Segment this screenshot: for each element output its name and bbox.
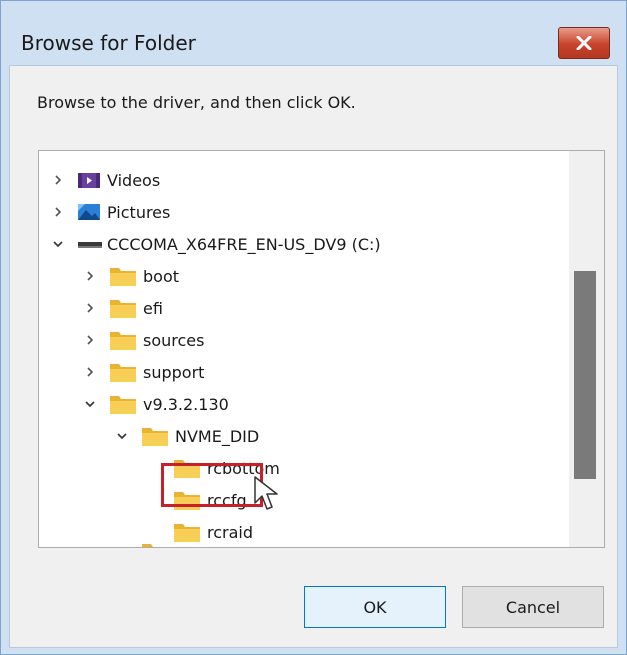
folder-icon [110, 300, 136, 318]
folder-icon [174, 524, 200, 542]
folder-tree[interactable]: Videos Pictures CCCOMA_X64FRE_EN-US_DV9 … [38, 150, 605, 548]
tree-item-label: boot [143, 266, 180, 286]
scrollbar-thumb[interactable] [574, 271, 596, 479]
chevron-down-icon[interactable] [51, 237, 65, 251]
window-title: Browse for Folder [21, 31, 196, 55]
pictures-icon [78, 204, 100, 220]
tree-item-label: support [143, 362, 205, 382]
chevron-down-icon[interactable] [83, 397, 97, 411]
tree-item-label: sources [143, 330, 205, 350]
chevron-down-icon[interactable] [115, 429, 129, 443]
videos-icon [78, 173, 100, 188]
chevron-right-icon[interactable] [83, 365, 97, 379]
tree-item-videos[interactable]: Videos [51, 165, 160, 195]
chevron-right-icon[interactable] [51, 173, 65, 187]
tree-item-nvme-did[interactable]: NVME_DID [115, 421, 259, 451]
instruction-text: Browse to the driver, and then click OK. [37, 93, 356, 112]
tree-item-pictures[interactable]: Pictures [51, 197, 170, 227]
tree-item-label: NVME_DID [175, 426, 260, 446]
drive-icon [78, 242, 102, 248]
tree-item-boot[interactable]: boot [83, 261, 179, 291]
tree-item-label: efi [143, 298, 163, 318]
browse-for-folder-dialog: Browse for Folder Browse to the driver, … [0, 0, 627, 655]
tree-item-sources[interactable]: sources [83, 325, 204, 355]
selection-highlight [161, 463, 263, 507]
tree-item-label: v9.3.2.130 [143, 394, 229, 414]
folder-icon [142, 428, 168, 446]
folder-icon [110, 364, 136, 382]
mouse-pointer-icon [254, 476, 278, 510]
tree-item-rcraid[interactable]: rcraid [173, 517, 253, 547]
chevron-right-icon[interactable] [83, 269, 97, 283]
title-bar[interactable]: Browse for Folder [1, 1, 626, 63]
folder-icon [110, 268, 136, 286]
chevron-right-icon[interactable] [83, 301, 97, 315]
chevron-right-icon[interactable] [51, 205, 65, 219]
tree-item-label: Videos [107, 170, 161, 190]
close-button[interactable] [558, 27, 610, 59]
ok-button[interactable]: OK [304, 586, 446, 628]
tree-item-efi[interactable]: efi [83, 293, 163, 323]
chevron-right-icon[interactable] [83, 333, 97, 347]
dialog-body: Browse to the driver, and then click OK.… [9, 65, 618, 648]
tree-item-support[interactable]: support [83, 357, 204, 387]
folder-icon [142, 544, 168, 547]
close-icon [576, 36, 592, 50]
folder-icon [110, 332, 136, 350]
folder-icon [110, 396, 136, 414]
tree-item-label: CCCOMA_X64FRE_EN-US_DV9 (C:) [107, 234, 381, 254]
tree-item-drive-c[interactable]: CCCOMA_X64FRE_EN-US_DV9 (C:) [51, 229, 381, 259]
tree-item-label: Pictures [107, 202, 171, 222]
cancel-button[interactable]: Cancel [462, 586, 604, 628]
tree-item-label: rcraid [207, 522, 254, 542]
tree-item-v9-3-2-130[interactable]: v9.3.2.130 [83, 389, 229, 419]
